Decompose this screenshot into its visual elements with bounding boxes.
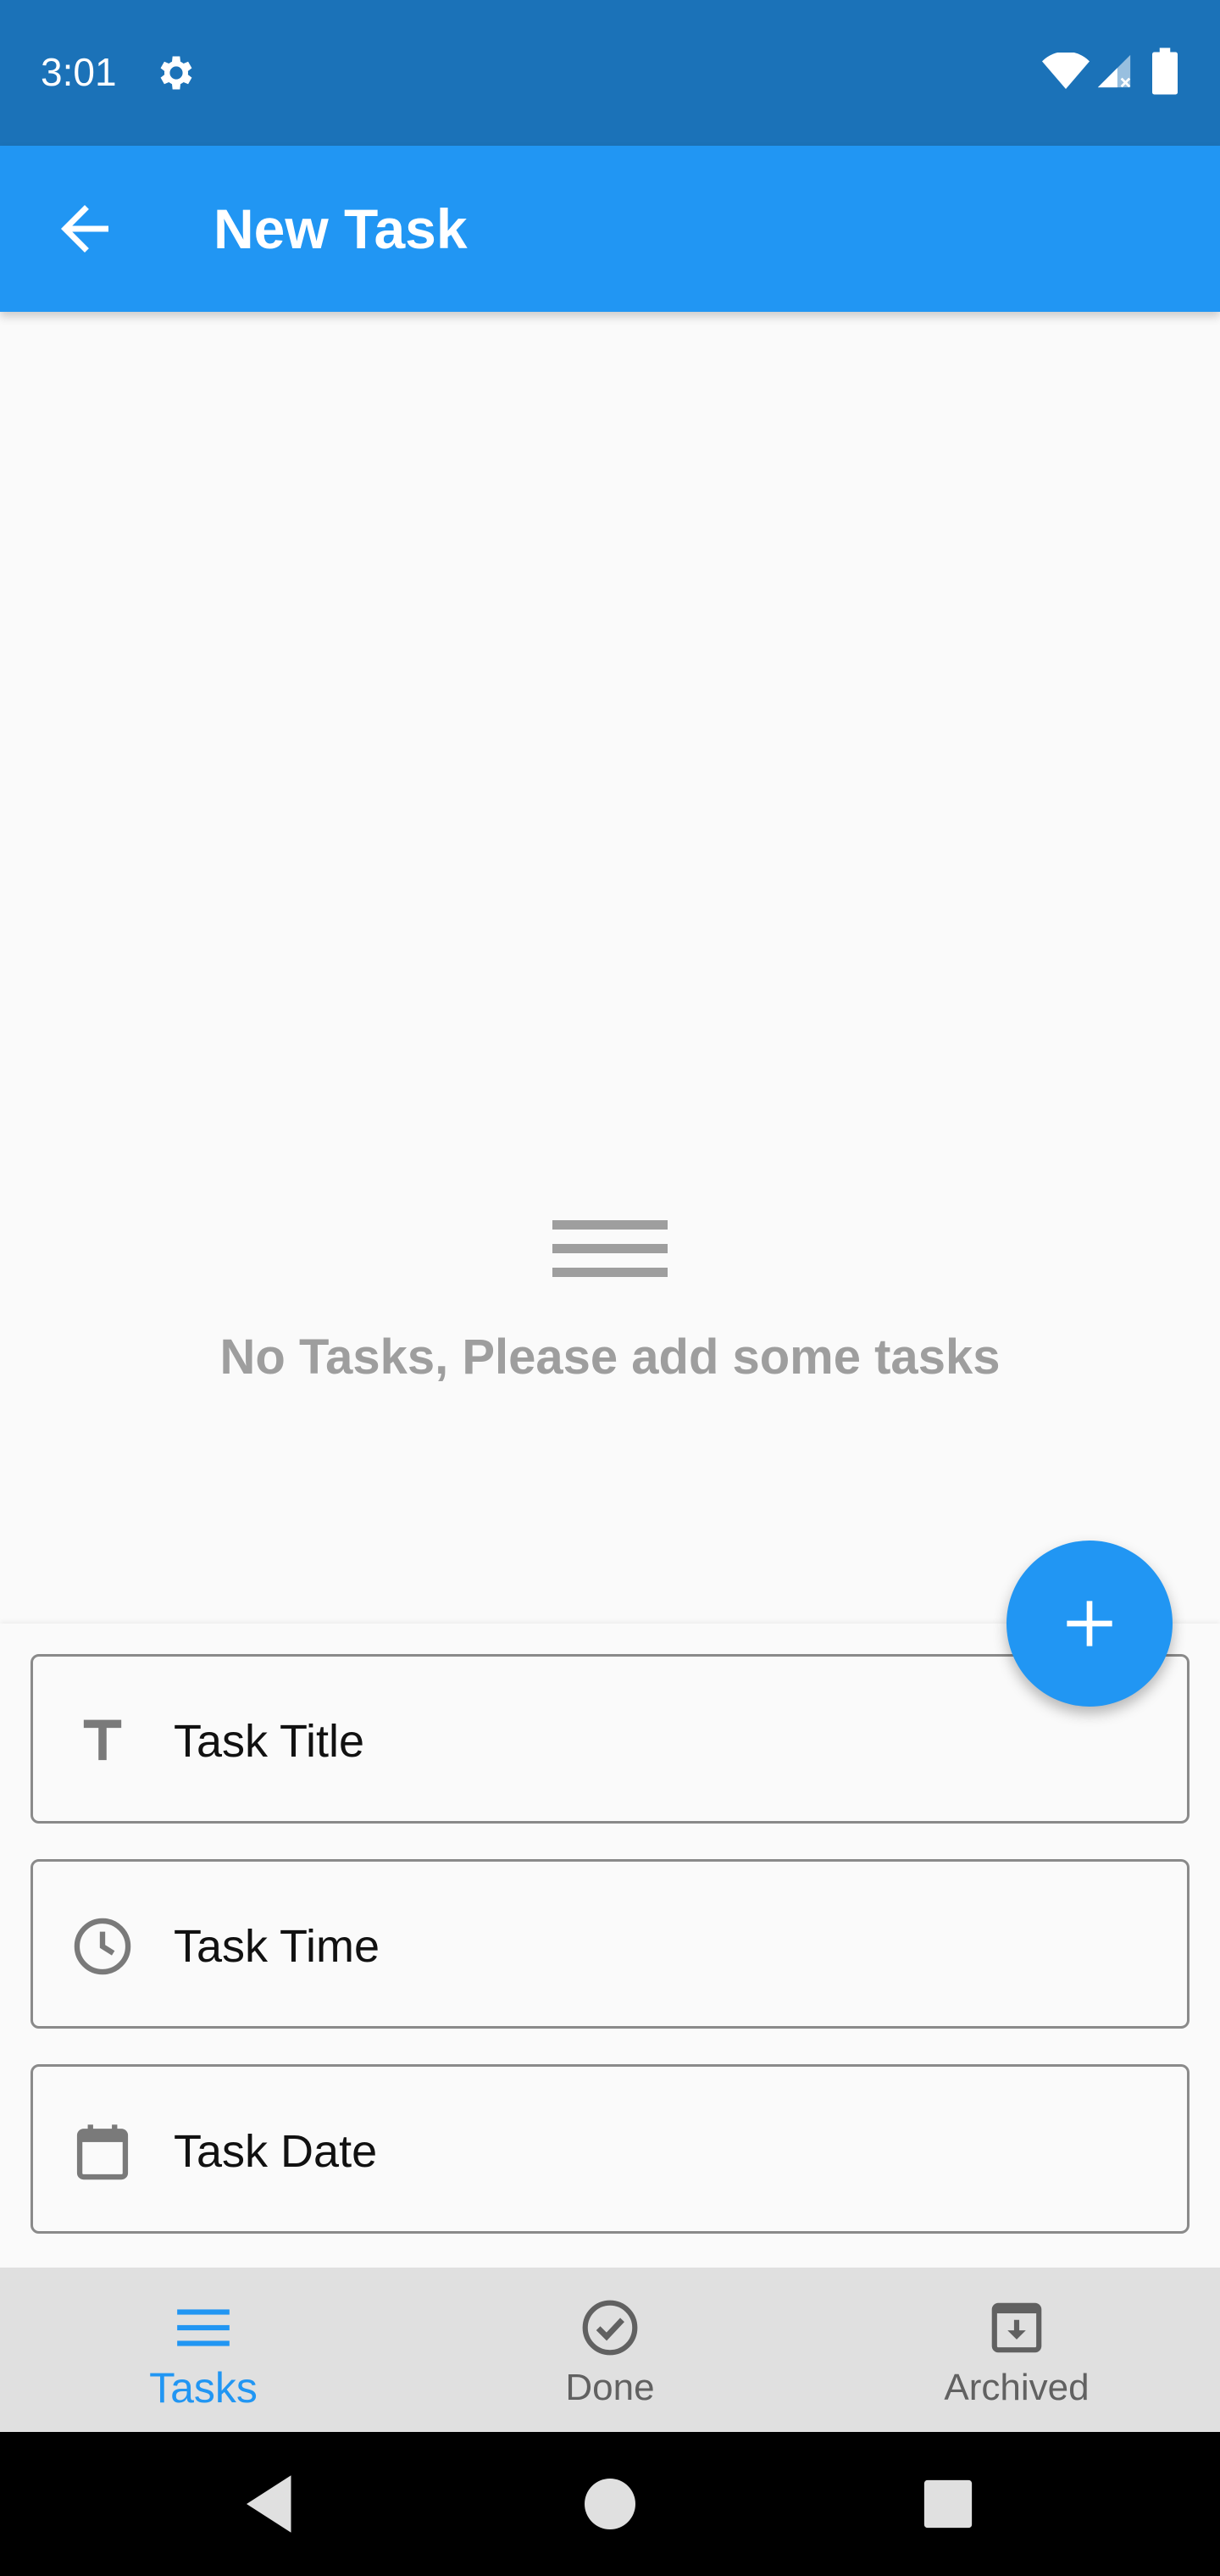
nav-item-archived[interactable]: Archived <box>813 2268 1220 2432</box>
nav-label-done: Done <box>565 2367 655 2408</box>
task-date-field[interactable]: Task Date <box>30 2064 1190 2234</box>
task-time-label: Task Time <box>174 1921 380 1972</box>
task-date-label: Task Date <box>174 2126 378 2177</box>
status-time: 3:01 <box>41 50 117 94</box>
home-circle-icon[interactable] <box>572 2466 648 2542</box>
task-time-field[interactable]: Task Time <box>30 1859 1190 2029</box>
clock-icon <box>74 1918 131 1975</box>
recents-square-icon[interactable] <box>910 2466 986 2542</box>
page-title: New Task <box>214 197 468 260</box>
battery-icon <box>1152 47 1178 95</box>
plus-icon <box>1067 1601 1112 1646</box>
check-circle-icon <box>582 2300 638 2356</box>
system-navigation-bar <box>0 2432 1220 2576</box>
nav-label-archived: Archived <box>944 2367 1090 2408</box>
new-task-form: Task Title Task Time Task Date <box>0 1624 1220 2268</box>
signal-icon <box>1097 54 1131 88</box>
empty-state-message: No Tasks, Please add some tasks <box>219 1330 1001 1385</box>
gear-icon <box>160 56 192 90</box>
nav-item-tasks[interactable]: Tasks <box>0 2268 407 2432</box>
task-title-field[interactable]: Task Title <box>30 1654 1190 1824</box>
archive-icon <box>991 2302 1042 2353</box>
menu-icon <box>552 1220 668 1277</box>
calendar-icon <box>76 2124 129 2180</box>
task-title-label: Task Title <box>174 1716 365 1767</box>
menu-icon <box>177 2309 230 2346</box>
add-task-button[interactable] <box>1006 1541 1173 1707</box>
back-triangle-icon[interactable] <box>234 2466 310 2542</box>
bottom-navigation: Tasks Done Archived <box>0 2268 1220 2432</box>
wifi-icon <box>1042 53 1090 89</box>
status-bar: 3:01 <box>0 0 1220 146</box>
title-icon <box>83 1719 122 1761</box>
nav-item-done[interactable]: Done <box>407 2268 813 2432</box>
arrow-back-icon[interactable] <box>49 193 120 264</box>
app-bar: New Task <box>0 146 1220 312</box>
nav-label-tasks: Tasks <box>149 2364 258 2412</box>
